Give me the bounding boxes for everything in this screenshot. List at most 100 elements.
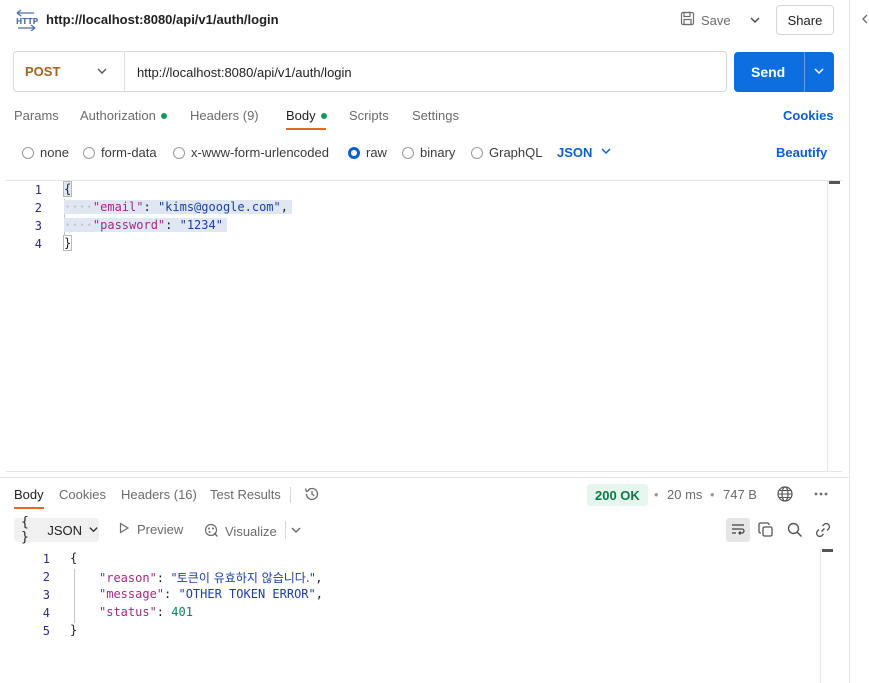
code-string: "kims@google.com" — [157, 200, 281, 214]
response-tab-body[interactable]: Body — [14, 487, 44, 502]
radio-x-www-form-urlencoded[interactable]: x-www-form-urlencoded — [173, 145, 329, 160]
response-code-line: "status": 401 — [99, 605, 193, 619]
code-indent: ···· — [64, 200, 93, 214]
code-key: "message" — [99, 587, 165, 601]
response-scrollbar[interactable] — [820, 549, 834, 683]
send-label: Send — [751, 64, 786, 80]
radio-raw[interactable]: raw — [348, 145, 387, 160]
visualize-chevron-down-icon[interactable] — [290, 523, 302, 537]
request-title[interactable]: http://localhost:8080/api/v1/auth/login — [46, 12, 279, 27]
raw-format-select[interactable]: JSON — [557, 145, 612, 160]
editor-scrollbar[interactable] — [827, 181, 842, 471]
response-divider — [0, 477, 849, 478]
radio-circle — [402, 146, 414, 159]
save-options-chevron-down-icon[interactable] — [744, 8, 766, 32]
tab-label: Authorization — [80, 108, 156, 123]
code-line: ····"email": "kims@google.com", — [64, 200, 292, 214]
code-number: 401 — [171, 605, 193, 619]
status-dot — [320, 112, 327, 119]
response-code-line: } — [70, 623, 77, 637]
tab-label: Params — [14, 108, 59, 123]
line-number: 1 — [34, 183, 42, 197]
radio-circle — [173, 146, 185, 159]
code-line: } — [63, 235, 73, 251]
tab-params[interactable]: Params — [14, 108, 59, 123]
indent-guide — [74, 569, 75, 623]
radio-none[interactable]: none — [22, 145, 69, 160]
search-icon[interactable] — [786, 521, 804, 539]
response-tab-headers[interactable]: Headers (16) — [121, 487, 197, 502]
response-time[interactable]: 20 ms — [667, 487, 702, 502]
visualize-button[interactable]: Visualize — [203, 522, 277, 541]
line-number: 3 — [42, 588, 50, 602]
method-chevron-down-icon[interactable] — [95, 63, 109, 79]
url-input[interactable] — [137, 63, 717, 81]
response-format-select[interactable]: { } JSON — [14, 515, 99, 545]
response-code-line: "message": "OTHER TOKEN ERROR", — [99, 587, 323, 601]
scrollbar-thumb[interactable] — [829, 181, 840, 184]
radio-circle — [83, 146, 95, 159]
radio-label: x-www-form-urlencoded — [191, 145, 329, 160]
radio-circle-selected — [348, 146, 360, 159]
code-brace: } — [70, 623, 78, 637]
preview-button[interactable]: Preview — [118, 522, 183, 537]
raw-format-label: JSON — [557, 145, 593, 160]
active-response-tab-underline — [14, 507, 44, 509]
code-string: "1234" — [179, 218, 223, 232]
tab-scripts[interactable]: Scripts — [349, 108, 389, 123]
line-number: 4 — [34, 237, 42, 251]
meta-separator: • — [710, 487, 715, 502]
line-number: 2 — [34, 201, 42, 215]
line-number: 1 — [42, 552, 50, 566]
radio-form-data[interactable]: form-data — [83, 145, 157, 160]
tab-authorization[interactable]: Authorization — [80, 108, 167, 123]
tab-settings[interactable]: Settings — [412, 108, 459, 123]
response-size[interactable]: 747 B — [723, 487, 757, 502]
link-icon[interactable] — [814, 521, 832, 539]
response-tab-cookies[interactable]: Cookies — [59, 487, 106, 502]
line-number: 4 — [42, 606, 50, 620]
copy-icon[interactable] — [757, 521, 775, 539]
save-button[interactable]: Save — [680, 8, 731, 32]
response-tab-test-results[interactable]: Test Results — [210, 487, 281, 502]
send-options-chevron-down-icon[interactable] — [812, 63, 826, 79]
radio-circle — [22, 146, 34, 159]
radio-binary[interactable]: binary — [402, 145, 455, 160]
share-button[interactable]: Share — [776, 5, 834, 35]
code-line: { — [63, 181, 73, 197]
play-icon — [118, 522, 130, 537]
code-key: "email" — [92, 200, 144, 214]
response-code-line: { — [70, 551, 77, 565]
code-key: "password" — [92, 218, 166, 232]
line-number: 2 — [42, 570, 50, 584]
beautify-link[interactable]: Beautify — [776, 145, 827, 160]
visualize-label: Visualize — [225, 524, 277, 539]
chevron-down-icon — [600, 145, 612, 160]
code-string: "OTHER TOKEN ERROR" — [178, 587, 316, 601]
tab-headers[interactable]: Headers (9) — [190, 108, 259, 123]
tab-separator — [290, 487, 291, 503]
visualize-icon — [203, 522, 219, 541]
chevron-left-icon[interactable] — [860, 12, 869, 28]
cookies-link[interactable]: Cookies — [783, 108, 834, 123]
tab-body[interactable]: Body — [286, 108, 327, 123]
wrap-lines-button[interactable] — [726, 518, 750, 542]
scrollbar-thumb[interactable] — [822, 549, 833, 552]
tab-label: Settings — [412, 108, 459, 123]
braces-icon: { } — [21, 515, 29, 545]
save-icon — [680, 11, 695, 29]
send-separator — [804, 52, 805, 92]
chevron-down-icon — [88, 523, 99, 538]
method-select[interactable]: POST — [25, 64, 60, 79]
http-icon-label: HTTP — [16, 17, 38, 26]
http-icon: HTTP — [14, 9, 39, 32]
globe-icon[interactable] — [776, 485, 794, 503]
line-number: 5 — [42, 624, 50, 638]
line-number: 3 — [34, 219, 42, 233]
radio-graphql[interactable]: GraphQL — [471, 145, 542, 160]
more-icon[interactable] — [813, 486, 829, 505]
status-badge[interactable]: 200 OK — [587, 484, 648, 506]
history-icon[interactable] — [304, 486, 320, 502]
save-label: Save — [701, 12, 731, 28]
toolbar-separator — [285, 521, 286, 539]
